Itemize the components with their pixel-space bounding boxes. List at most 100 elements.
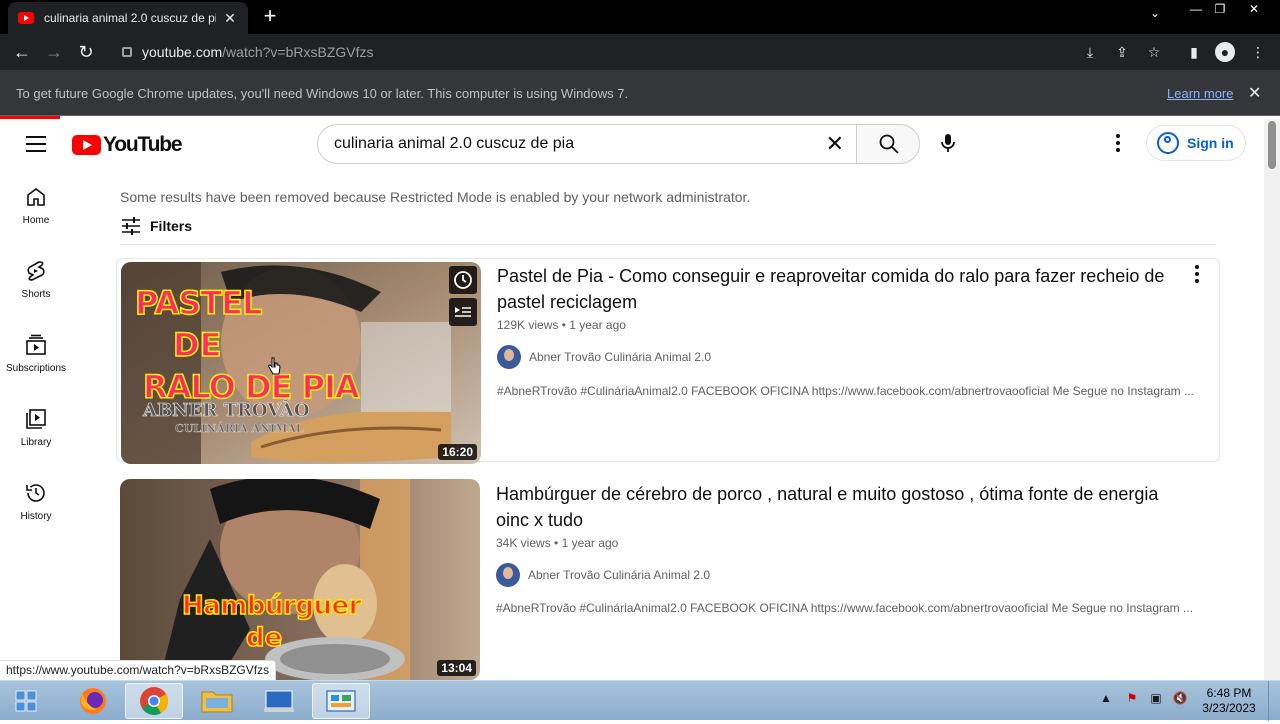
show-desktop-button[interactable] <box>1268 681 1280 721</box>
windows-taskbar: ▲ ⚑ ▣ 🔇 6:48 PM 3/23/2023 <box>0 680 1280 721</box>
microphone-icon[interactable] <box>936 131 960 155</box>
side-panel-icon[interactable]: ▮ <box>1184 42 1204 62</box>
taskbar-file-explorer[interactable] <box>188 683 246 719</box>
channel-name[interactable]: Abner Trovão Culinária Animal 2.0 <box>529 350 711 364</box>
guide-label: Home <box>22 215 50 226</box>
forward-button[interactable]: → <box>42 40 66 64</box>
youtube-header: YouTube culinaria animal 2.0 cuscuz de p… <box>0 119 1264 169</box>
action-center-flag-icon[interactable]: ⚑ <box>1124 691 1140 707</box>
shorts-icon <box>27 261 45 281</box>
network-icon[interactable]: ▣ <box>1148 691 1164 707</box>
video-thumbnail[interactable]: Hambúrguer de 13:04 <box>120 479 480 680</box>
video-result[interactable]: PASTEL DE RALO DE PIA ABNER TROVÃO CULIN… <box>116 258 1220 464</box>
filters-button[interactable]: Filters <box>120 216 192 236</box>
channel-link[interactable]: Abner Trovão Culinária Animal 2.0 <box>496 563 710 587</box>
taskbar-control-panel[interactable] <box>312 683 370 719</box>
channel-avatar[interactable] <box>496 563 520 587</box>
volume-muted-icon[interactable]: 🔇 <box>1172 691 1188 707</box>
infobar-message: To get future Google Chrome updates, you… <box>16 86 629 101</box>
lock-icon[interactable] <box>122 47 132 57</box>
youtube-favicon-icon <box>18 12 34 24</box>
video-duration: 13:04 <box>437 660 476 676</box>
folder-icon <box>201 691 233 713</box>
channel-name[interactable]: Abner Trovão Culinária Animal 2.0 <box>528 568 710 582</box>
page-scrollbar[interactable] <box>1264 119 1280 680</box>
channel-avatar[interactable] <box>497 345 521 369</box>
browser-tab[interactable]: culinaria animal 2.0 cuscuz de pia ✕ <box>8 2 248 34</box>
watch-later-button[interactable] <box>449 266 477 294</box>
upload-age: 1 year ago <box>561 536 619 550</box>
hand-cursor-icon <box>268 357 281 375</box>
share-icon[interactable]: ⇪ <box>1112 42 1132 62</box>
tab-search-chevron-icon[interactable]: ⌄ <box>1150 6 1160 20</box>
reload-button[interactable]: ↻ <box>74 40 98 64</box>
video-result[interactable]: Hambúrguer de 13:04 Hambúrguer de cérebr… <box>120 479 1220 683</box>
clock-time: 6:48 PM <box>1206 686 1252 700</box>
view-count: 129K views <box>497 318 559 332</box>
thumbnail-text-line: PASTEL <box>134 283 263 323</box>
scrollbar-thumb[interactable] <box>1268 121 1276 169</box>
learn-more-link[interactable]: Learn more <box>1167 86 1233 101</box>
computer-icon <box>264 690 294 712</box>
settings-kebab-icon[interactable] <box>1110 134 1126 154</box>
menu-icon[interactable] <box>26 136 46 152</box>
firefox-icon <box>80 688 106 714</box>
sign-in-label: Sign in <box>1187 135 1234 151</box>
youtube-play-icon <box>72 135 101 155</box>
restricted-mode-notice: Some results have been removed because R… <box>120 189 751 205</box>
infobar-close-icon[interactable]: ✕ <box>1248 83 1261 103</box>
video-description: #AbneRTrovão #CulináriaAnimal2.0 FACEBOO… <box>497 384 1194 398</box>
system-clock[interactable]: 6:48 PM 3/23/2023 <box>1196 686 1262 716</box>
back-button[interactable]: ← <box>10 40 34 64</box>
guide-label: Subscriptions <box>5 363 67 374</box>
guide-item-history[interactable]: History <box>0 465 72 539</box>
video-description: #AbneRTrovão #CulináriaAnimal2.0 FACEBOO… <box>496 601 1193 615</box>
taskbar-chrome[interactable] <box>125 683 183 719</box>
guide-label: Shorts <box>21 289 51 300</box>
chrome-icon <box>140 687 168 715</box>
queue-icon <box>455 307 471 317</box>
sign-in-button[interactable]: Sign in <box>1146 125 1246 161</box>
guide-item-subscriptions[interactable]: Subscriptions <box>0 317 72 391</box>
bookmark-star-icon[interactable]: ☆ <box>1144 42 1164 62</box>
thumbnail-image <box>120 479 480 680</box>
thumbnail-text-line: DE <box>172 325 222 365</box>
guide-item-library[interactable]: Library <box>0 391 72 465</box>
profile-avatar-icon[interactable]: ● <box>1215 42 1235 62</box>
search-icon <box>879 134 899 154</box>
taskbar-firefox[interactable] <box>64 683 122 719</box>
close-window-button[interactable]: ✕ <box>1240 0 1268 18</box>
new-tab-button[interactable]: + <box>258 4 282 28</box>
clock-icon <box>454 271 472 289</box>
thumbnail-text-line: de <box>245 622 283 654</box>
guide-item-home[interactable]: Home <box>0 169 72 243</box>
install-icon[interactable]: ⤓ <box>1080 42 1100 62</box>
search-input[interactable]: culinaria animal 2.0 cuscuz de pia ✕ <box>317 124 857 164</box>
taskbar-remote-desktop[interactable] <box>250 683 308 719</box>
windows-start-icon[interactable] <box>4 683 48 719</box>
video-menu-kebab-icon[interactable] <box>1195 265 1199 286</box>
video-title[interactable]: Hambúrguer de cérebro de porco , natural… <box>496 481 1176 533</box>
add-to-queue-button[interactable] <box>449 298 477 326</box>
home-icon <box>27 188 45 206</box>
filters-label: Filters <box>150 218 193 234</box>
search-button[interactable] <box>856 124 920 164</box>
divider <box>120 244 1216 245</box>
chrome-menu-icon[interactable]: ⋮ <box>1248 42 1268 62</box>
restore-button[interactable]: ❐ <box>1206 0 1234 18</box>
thumbnail-subtitle: ABNER TROVÃO <box>143 400 310 422</box>
browser-toolbar: ← → ↻ youtube.com/watch?v=bRxsBZGVfzs ⤓ … <box>0 34 1280 70</box>
clear-search-icon[interactable]: ✕ <box>826 133 844 155</box>
channel-link[interactable]: Abner Trovão Culinária Animal 2.0 <box>497 345 711 369</box>
video-thumbnail[interactable]: PASTEL DE RALO DE PIA ABNER TROVÃO CULIN… <box>121 262 481 464</box>
history-icon <box>26 484 45 502</box>
guide-label: History <box>20 511 52 522</box>
link-status-bubble: https://www.youtube.com/watch?v=bRxsBZGV… <box>0 660 277 680</box>
video-title[interactable]: Pastel de Pia - Como conseguir e reaprov… <box>497 263 1177 315</box>
show-hidden-icons-icon[interactable]: ▲ <box>1098 691 1114 707</box>
library-icon <box>26 409 46 429</box>
address-bar[interactable]: youtube.com/watch?v=bRxsBZGVfzs <box>108 38 1108 66</box>
tab-close-icon[interactable]: ✕ <box>222 10 238 27</box>
guide-item-shorts[interactable]: Shorts <box>0 243 72 317</box>
youtube-logo[interactable]: YouTube <box>72 133 183 157</box>
